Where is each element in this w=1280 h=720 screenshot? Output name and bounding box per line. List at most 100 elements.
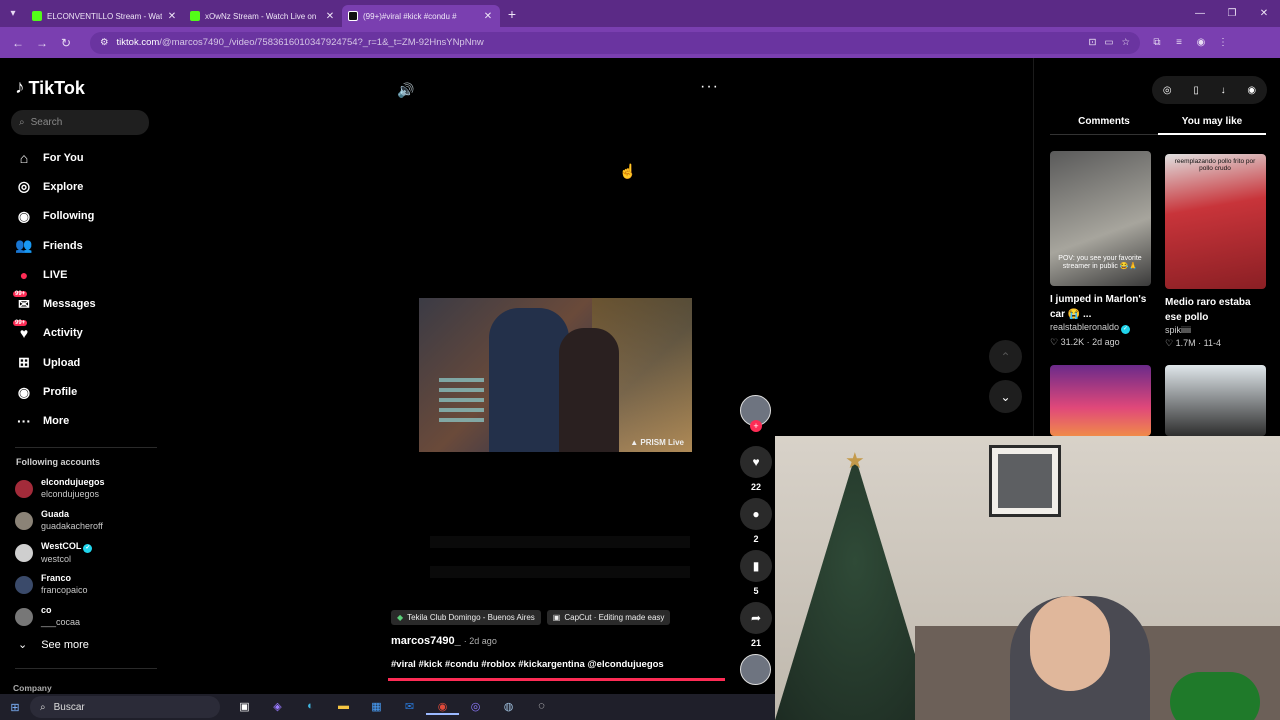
close-window-icon[interactable]: ✕ xyxy=(1248,8,1280,19)
comment-icon[interactable]: ● xyxy=(740,498,772,530)
green-object xyxy=(1170,672,1260,720)
heart-icon[interactable]: ♥ xyxy=(740,446,772,478)
capcut-icon: ▣ xyxy=(552,613,561,622)
search-input[interactable]: ⌕ Search xyxy=(11,110,149,135)
sidebar-item-following[interactable]: ◉ Following xyxy=(15,202,96,231)
video-thumbnail[interactable]: reemplazando pollo frito por pollo crudo xyxy=(1165,154,1266,289)
tab-close-icon[interactable]: ✕ xyxy=(324,11,336,22)
user-avatar-icon[interactable]: ◉ xyxy=(1247,85,1256,96)
following-account[interactable]: WestCOL ✓ westcol xyxy=(15,541,93,565)
sidebar-item-label: Friends xyxy=(43,239,83,252)
capcut-chip[interactable]: ▣ CapCut · Editing made easy xyxy=(546,610,671,625)
browser-tab-active[interactable]: (99+)#viral #kick #condu # ✕ xyxy=(342,5,500,27)
tiktok-logo[interactable]: ♪ TikTok xyxy=(15,77,85,99)
share-icon[interactable]: ➦ xyxy=(740,602,772,634)
back-icon[interactable]: ← xyxy=(6,36,30,50)
bookmark-icon[interactable]: ▮ xyxy=(740,550,772,582)
discord-icon[interactable]: ◎ xyxy=(459,700,492,715)
more-options-icon[interactable]: ··· xyxy=(700,78,719,96)
recommended-video-card[interactable]: reemplazando pollo frito por pollo crudo… xyxy=(1165,154,1266,349)
following-account[interactable]: Franco francopaico xyxy=(15,573,88,596)
video-author[interactable]: marcos7490_ · 2d ago xyxy=(391,635,497,647)
video-progress-bar[interactable] xyxy=(388,678,725,681)
edge-icon[interactable]: ◐ xyxy=(294,700,327,715)
sidebar-item-label: Messages xyxy=(43,298,96,311)
video-thumbnail[interactable]: POV: you see your favorite streamer in p… xyxy=(1050,151,1151,286)
comment-action[interactable]: ● 2 xyxy=(737,498,775,544)
recommended-video-card[interactable]: POV: you see your favorite streamer in p… xyxy=(1050,151,1151,348)
copilot-icon[interactable]: ◈ xyxy=(261,700,294,715)
sidebar-item-explore[interactable]: ◎ Explore xyxy=(15,172,96,201)
account-name: Guada xyxy=(41,509,70,519)
cast-icon[interactable]: ▭ xyxy=(1104,37,1113,48)
sidebar-item-friends[interactable]: 👥 Friends xyxy=(15,231,96,260)
profile-avatar-icon[interactable]: ◉ xyxy=(1190,37,1212,48)
tab-close-icon[interactable]: ✕ xyxy=(482,11,494,22)
sidebar-item-messages[interactable]: ✉ 99+ Messages xyxy=(13,289,96,318)
address-bar[interactable]: ⚙ tiktok.com/@marcos7490_/video/75836160… xyxy=(90,31,1140,54)
verified-icon: ✓ xyxy=(1121,325,1131,334)
following-account[interactable]: co ___cocaa xyxy=(15,605,80,628)
download-icon[interactable]: ↓ xyxy=(1221,85,1226,96)
account-name: Franco xyxy=(41,573,72,583)
task-view-icon[interactable]: ▣ xyxy=(228,700,261,715)
sidebar-item-upload[interactable]: ⊞ Upload xyxy=(15,348,96,377)
extensions-icon[interactable]: ⧉ xyxy=(1146,37,1168,48)
reload-icon[interactable]: ↻ xyxy=(54,36,78,50)
see-more-button[interactable]: ⌄ See more xyxy=(18,638,89,652)
media-controls-icon[interactable]: ≡ xyxy=(1168,37,1190,48)
logo-text: TikTok xyxy=(28,77,85,98)
compass-icon[interactable]: ◎ xyxy=(1163,85,1172,96)
device-icon[interactable]: ▯ xyxy=(1193,85,1199,96)
save-action[interactable]: ▮ 5 xyxy=(737,550,775,596)
taskbar-search[interactable]: ⌕ Buscar xyxy=(30,696,220,718)
volume-icon[interactable]: 🔊 xyxy=(397,82,414,99)
following-account[interactable]: Guada guadakacheroff xyxy=(15,509,103,532)
like-action[interactable]: ♥ 22 xyxy=(737,446,775,492)
forward-icon[interactable]: → xyxy=(30,36,54,50)
windows-start-icon[interactable]: ⊞ xyxy=(0,701,30,714)
sidebar-item-activity[interactable]: ♥ 99+ Activity xyxy=(13,319,96,348)
company-link[interactable]: Company xyxy=(13,683,52,693)
activity-glyph: ♥ xyxy=(19,325,29,342)
location-chip[interactable]: ◆ Tekila Club Domingo - Buenos Aires xyxy=(391,610,541,625)
tab-close-icon[interactable]: ✕ xyxy=(166,11,178,22)
bookmark-star-icon[interactable]: ☆ xyxy=(1121,37,1130,48)
video-thumbnail[interactable] xyxy=(1050,365,1151,436)
next-video-icon[interactable]: ⌄ xyxy=(989,380,1022,413)
chevron-down-icon: ⌄ xyxy=(18,639,28,651)
tab-you-may-like[interactable]: You may like xyxy=(1158,116,1266,135)
card-user: realstableronaldo xyxy=(1050,322,1120,332)
chrome-icon[interactable]: ◉ xyxy=(426,700,459,715)
share-action[interactable]: ➦ 21 xyxy=(737,602,775,648)
browser-tab[interactable]: ELCONVENTILLO Stream - Watc ✕ xyxy=(26,5,184,27)
file-explorer-icon[interactable]: ▬ xyxy=(327,700,360,715)
previous-video-icon[interactable]: ⌃ xyxy=(989,340,1022,373)
card-title: Medio raro estaba ese pollo xyxy=(1165,297,1251,323)
browser-menu-icon[interactable]: ⋮ xyxy=(1212,37,1234,48)
comment-count: 2 xyxy=(753,534,759,544)
sidebar-item-for-you[interactable]: ⌂ For You xyxy=(15,143,96,172)
sidebar-item-more[interactable]: ··· More xyxy=(15,407,96,436)
sidebar-item-profile[interactable]: ◉ Profile xyxy=(15,377,96,406)
sidebar-item-label: More xyxy=(43,415,70,428)
steam-icon[interactable]: ◍ xyxy=(492,700,525,715)
restore-icon[interactable]: ❐ xyxy=(1216,8,1248,19)
minimize-icon[interactable]: — xyxy=(1184,8,1216,19)
following-account[interactable]: elcondujuegos elcondujuegos xyxy=(15,477,105,500)
sound-avatar[interactable] xyxy=(740,654,771,685)
outlook-icon[interactable]: ✉ xyxy=(393,700,426,715)
video-thumbnail[interactable] xyxy=(1165,365,1266,436)
obs-icon[interactable]: ◌ xyxy=(525,700,558,715)
tab-search-icon[interactable]: ▾ xyxy=(0,0,26,27)
site-info-icon[interactable]: ⚙ xyxy=(100,37,109,48)
sidebar-item-live[interactable]: ● LIVE xyxy=(15,260,96,289)
tab-comments[interactable]: Comments xyxy=(1050,116,1158,135)
video-chips: ◆ Tekila Club Domingo - Buenos Aires ▣ Cap… xyxy=(391,610,671,625)
store-icon[interactable]: ▦ xyxy=(360,700,393,715)
new-tab-button[interactable]: + xyxy=(500,6,524,22)
translate-icon[interactable]: ⊡ xyxy=(1089,37,1097,48)
follow-plus-icon[interactable]: + xyxy=(750,420,762,432)
video-player[interactable]: ▲ PRISM Live xyxy=(419,298,692,452)
browser-tab[interactable]: xOwNz Stream - Watch Live on ✕ xyxy=(184,5,342,27)
